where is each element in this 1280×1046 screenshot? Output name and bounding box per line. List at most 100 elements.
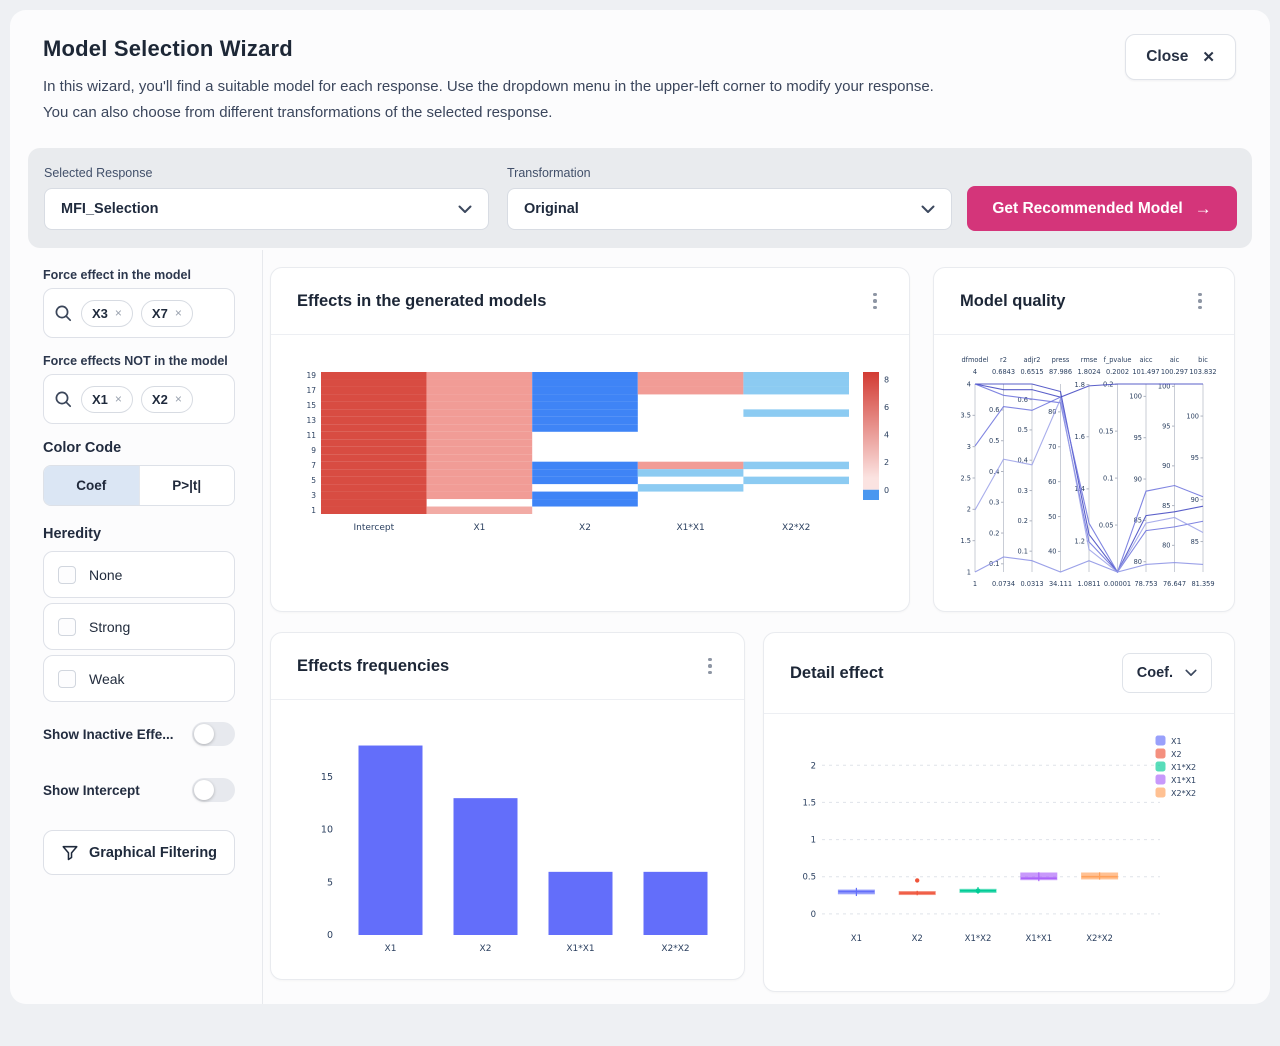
svg-text:13: 13: [306, 416, 316, 425]
force-out-label: Force effects NOT in the model: [43, 354, 235, 368]
svg-text:rmse: rmse: [1081, 356, 1098, 364]
svg-text:Intercept: Intercept: [353, 523, 394, 533]
show-intercept-toggle[interactable]: [192, 778, 235, 802]
svg-text:X2*X2: X2*X2: [1086, 934, 1113, 944]
detail-effect-box-plot: 00.511.52X1X2X1*X2X1*X1X2*X2X1X2X1*X2X1*…: [782, 727, 1222, 982]
svg-text:85: 85: [1162, 502, 1170, 510]
color-code-segmented-control: Coef P>|t|: [43, 465, 235, 506]
chip-x3[interactable]: X3 ×: [81, 300, 133, 327]
close-button[interactable]: Close ✕: [1125, 34, 1236, 80]
chip-label: X2: [152, 392, 168, 407]
color-code-option-pvalue[interactable]: P>|t|: [139, 466, 235, 505]
heredity-label: Heredity: [43, 526, 235, 542]
get-recommended-model-button[interactable]: Get Recommended Model →: [967, 186, 1237, 231]
model-quality-parallel-coordinates-chart: dfmodel413.532.521.514r20.68430.07340.60…: [949, 350, 1221, 600]
svg-text:0.1: 0.1: [1103, 474, 1114, 482]
chip-remove-icon[interactable]: ×: [175, 306, 182, 320]
svg-text:f_pvalue: f_pvalue: [1104, 356, 1132, 364]
svg-text:0.6: 0.6: [989, 406, 1000, 414]
svg-text:adjr2: adjr2: [1024, 356, 1041, 364]
svg-text:60: 60: [1048, 478, 1056, 486]
force-in-label: Force effect in the model: [43, 268, 235, 282]
svg-text:0.0734: 0.0734: [992, 580, 1015, 588]
kebab-menu-icon[interactable]: [1188, 289, 1212, 313]
svg-text:0.0313: 0.0313: [1020, 580, 1043, 588]
selected-response-label: Selected Response: [44, 166, 152, 180]
force-in-input[interactable]: X3 × X7×: [43, 288, 235, 338]
svg-text:1: 1: [311, 506, 316, 515]
chip-label: X3: [92, 306, 108, 321]
checkbox[interactable]: [58, 618, 76, 636]
svg-text:0.5: 0.5: [802, 873, 816, 883]
chip-remove-icon[interactable]: ×: [115, 392, 122, 406]
card-title: Detail effect: [790, 664, 884, 683]
effects-frequencies-card: Effects frequencies 051015X1X2X1*X1X2*X2: [270, 632, 745, 980]
svg-text:100: 100: [1129, 393, 1142, 401]
svg-text:50: 50: [1048, 513, 1056, 521]
heredity-option-weak[interactable]: Weak: [43, 655, 235, 702]
svg-text:34.111: 34.111: [1049, 580, 1072, 588]
toggle-knob: [194, 780, 214, 800]
option-label: None: [89, 567, 122, 583]
card-title: Effects frequencies: [297, 657, 449, 676]
selected-response-dropdown[interactable]: MFI_Selection: [44, 188, 489, 230]
graphical-filtering-button[interactable]: Graphical Filtering: [43, 830, 235, 875]
svg-text:X2*X2: X2*X2: [782, 523, 810, 533]
svg-text:80: 80: [1134, 558, 1142, 566]
heredity-option-none[interactable]: None: [43, 551, 235, 598]
show-inactive-effects-label: Show Inactive Effe...: [43, 727, 174, 742]
show-inactive-effects-toggle[interactable]: [192, 722, 235, 746]
kebab-menu-icon[interactable]: [698, 654, 722, 678]
model-quality-card: Model quality dfmodel413.532.521.514r20.…: [933, 267, 1235, 612]
kebab-menu-icon[interactable]: [863, 289, 887, 313]
svg-text:3.5: 3.5: [961, 412, 972, 420]
svg-text:0.05: 0.05: [1099, 521, 1114, 529]
svg-text:aic: aic: [1170, 356, 1180, 364]
svg-text:1.2: 1.2: [1075, 537, 1086, 545]
svg-text:7: 7: [311, 461, 316, 470]
svg-text:2: 2: [811, 761, 816, 771]
chip-remove-icon[interactable]: ×: [175, 392, 182, 406]
svg-text:0.2: 0.2: [989, 529, 1000, 537]
svg-text:1: 1: [967, 568, 971, 576]
chip-x7[interactable]: X7×: [141, 300, 193, 327]
force-out-input[interactable]: X1× X2 ×: [43, 374, 235, 424]
svg-text:8: 8: [884, 376, 889, 385]
checkbox[interactable]: [58, 670, 76, 688]
svg-text:0.5: 0.5: [1018, 426, 1029, 434]
chip-remove-icon[interactable]: ×: [115, 306, 122, 320]
chevron-down-icon: [921, 205, 935, 214]
show-inactive-effects-row: Show Inactive Effe...: [43, 722, 235, 746]
show-intercept-row: Show Intercept: [43, 778, 235, 802]
transformation-label: Transformation: [507, 166, 591, 180]
svg-text:103.832: 103.832: [1189, 368, 1216, 376]
svg-text:X1*X1: X1*X1: [1171, 776, 1196, 785]
toggle-knob: [194, 724, 214, 744]
svg-text:15: 15: [306, 401, 316, 410]
svg-text:0: 0: [811, 910, 816, 920]
show-intercept-label: Show Intercept: [43, 783, 140, 798]
svg-text:0.6515: 0.6515: [1020, 368, 1043, 376]
svg-text:81.359: 81.359: [1191, 580, 1214, 588]
svg-text:85: 85: [1191, 538, 1199, 546]
svg-text:4: 4: [884, 431, 889, 440]
svg-text:X2*X2: X2*X2: [1171, 789, 1196, 798]
effects-heatmap-chart: 191715131197531InterceptX1X2X1*X1X2*X286…: [287, 364, 895, 604]
color-code-option-coef[interactable]: Coef: [44, 466, 139, 505]
svg-text:100: 100: [1186, 412, 1199, 420]
svg-text:1.6: 1.6: [1075, 433, 1086, 441]
checkbox[interactable]: [58, 566, 76, 584]
chip-x1[interactable]: X1×: [81, 386, 133, 413]
wizard-description: In this wizard, you'll find a suitable m…: [43, 74, 934, 126]
svg-text:95: 95: [1191, 454, 1199, 462]
close-button-label: Close: [1146, 48, 1188, 66]
chip-x2[interactable]: X2 ×: [141, 386, 193, 413]
svg-text:4: 4: [967, 380, 971, 388]
funnel-icon: [61, 844, 79, 862]
detail-effect-metric-dropdown[interactable]: Coef.: [1122, 653, 1212, 693]
sidebar: Force effect in the model X3 × X7× Force …: [28, 250, 263, 1004]
transformation-dropdown[interactable]: Original: [507, 188, 952, 230]
heredity-option-strong[interactable]: Strong: [43, 603, 235, 650]
svg-text:1.8024: 1.8024: [1077, 368, 1100, 376]
svg-text:1: 1: [811, 836, 816, 846]
